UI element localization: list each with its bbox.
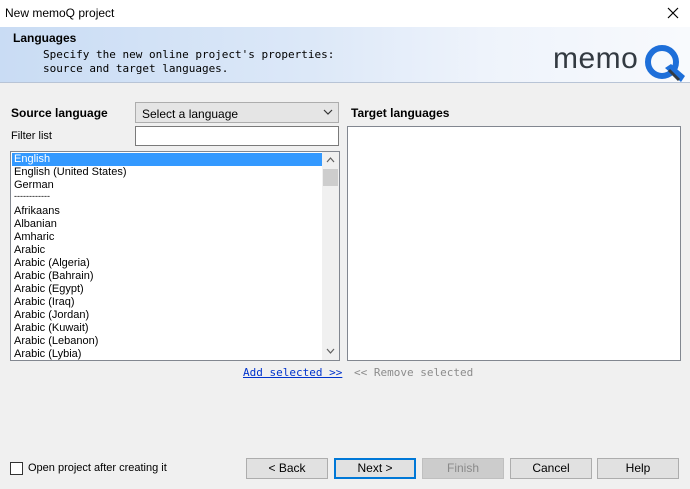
list-item[interactable]: Amharic [12, 231, 323, 244]
title-bar: New memoQ project [0, 0, 690, 27]
list-item[interactable]: Arabic (Bahrain) [12, 270, 323, 283]
list-item[interactable]: English (United States) [12, 166, 323, 179]
target-languages-label: Target languages [351, 106, 450, 120]
list-item[interactable]: Arabic [12, 244, 323, 257]
close-button[interactable] [656, 0, 690, 27]
add-selected-link[interactable]: Add selected >> [243, 366, 342, 379]
filter-list-label: Filter list [11, 130, 52, 142]
window-title: New memoQ project [5, 6, 115, 20]
logo-q-icon [645, 45, 685, 82]
list-item[interactable]: English [12, 153, 323, 166]
list-item[interactable]: Arabic (Egypt) [12, 283, 323, 296]
chevron-down-icon [326, 348, 335, 354]
back-button[interactable]: < Back [246, 458, 328, 479]
next-button[interactable]: Next > [334, 458, 416, 479]
scroll-thumb[interactable] [323, 169, 338, 186]
remove-selected-link: << Remove selected [354, 366, 474, 379]
page-description: Specify the new online project's propert… [43, 48, 335, 75]
filter-list-input[interactable] [135, 126, 339, 146]
list-item[interactable]: German [12, 179, 323, 192]
list-item[interactable]: Arabic (Algeria) [12, 257, 323, 270]
chevron-up-icon [326, 157, 335, 163]
list-item[interactable]: Afrikaans [12, 205, 323, 218]
list-item[interactable]: Arabic (Kuwait) [12, 322, 323, 335]
target-languages-list[interactable] [347, 126, 681, 361]
source-language-label: Source language [11, 106, 108, 120]
source-language-value: Select a language [142, 107, 239, 121]
list-item[interactable]: Arabic (Lebanon) [12, 335, 323, 348]
source-list-scrollbar[interactable] [322, 152, 339, 360]
scroll-down-button[interactable] [322, 343, 339, 360]
list-item[interactable]: Arabic (Iraq) [12, 296, 323, 309]
source-language-dropdown[interactable]: Select a language [135, 102, 339, 123]
page-title: Languages [13, 31, 77, 45]
source-language-list[interactable]: English English (United States) German ----… [10, 151, 340, 361]
open-project-label: Open project after creating it [28, 462, 167, 474]
help-button[interactable]: Help [597, 458, 679, 479]
cancel-button[interactable]: Cancel [510, 458, 592, 479]
list-item[interactable]: Arabic (Jordan) [12, 309, 323, 322]
scroll-up-button[interactable] [322, 152, 339, 169]
list-item[interactable]: ------------ [12, 192, 323, 205]
chevron-down-icon [323, 109, 333, 115]
finish-button: Finish [422, 458, 504, 479]
close-icon [667, 7, 679, 19]
wizard-header: Languages Specify the new online project… [0, 27, 690, 83]
list-item[interactable]: Albanian [12, 218, 323, 231]
logo-text: memo [553, 42, 639, 75]
open-project-checkbox[interactable] [10, 462, 23, 475]
list-item[interactable]: Arabic (Lybia) [12, 348, 323, 360]
